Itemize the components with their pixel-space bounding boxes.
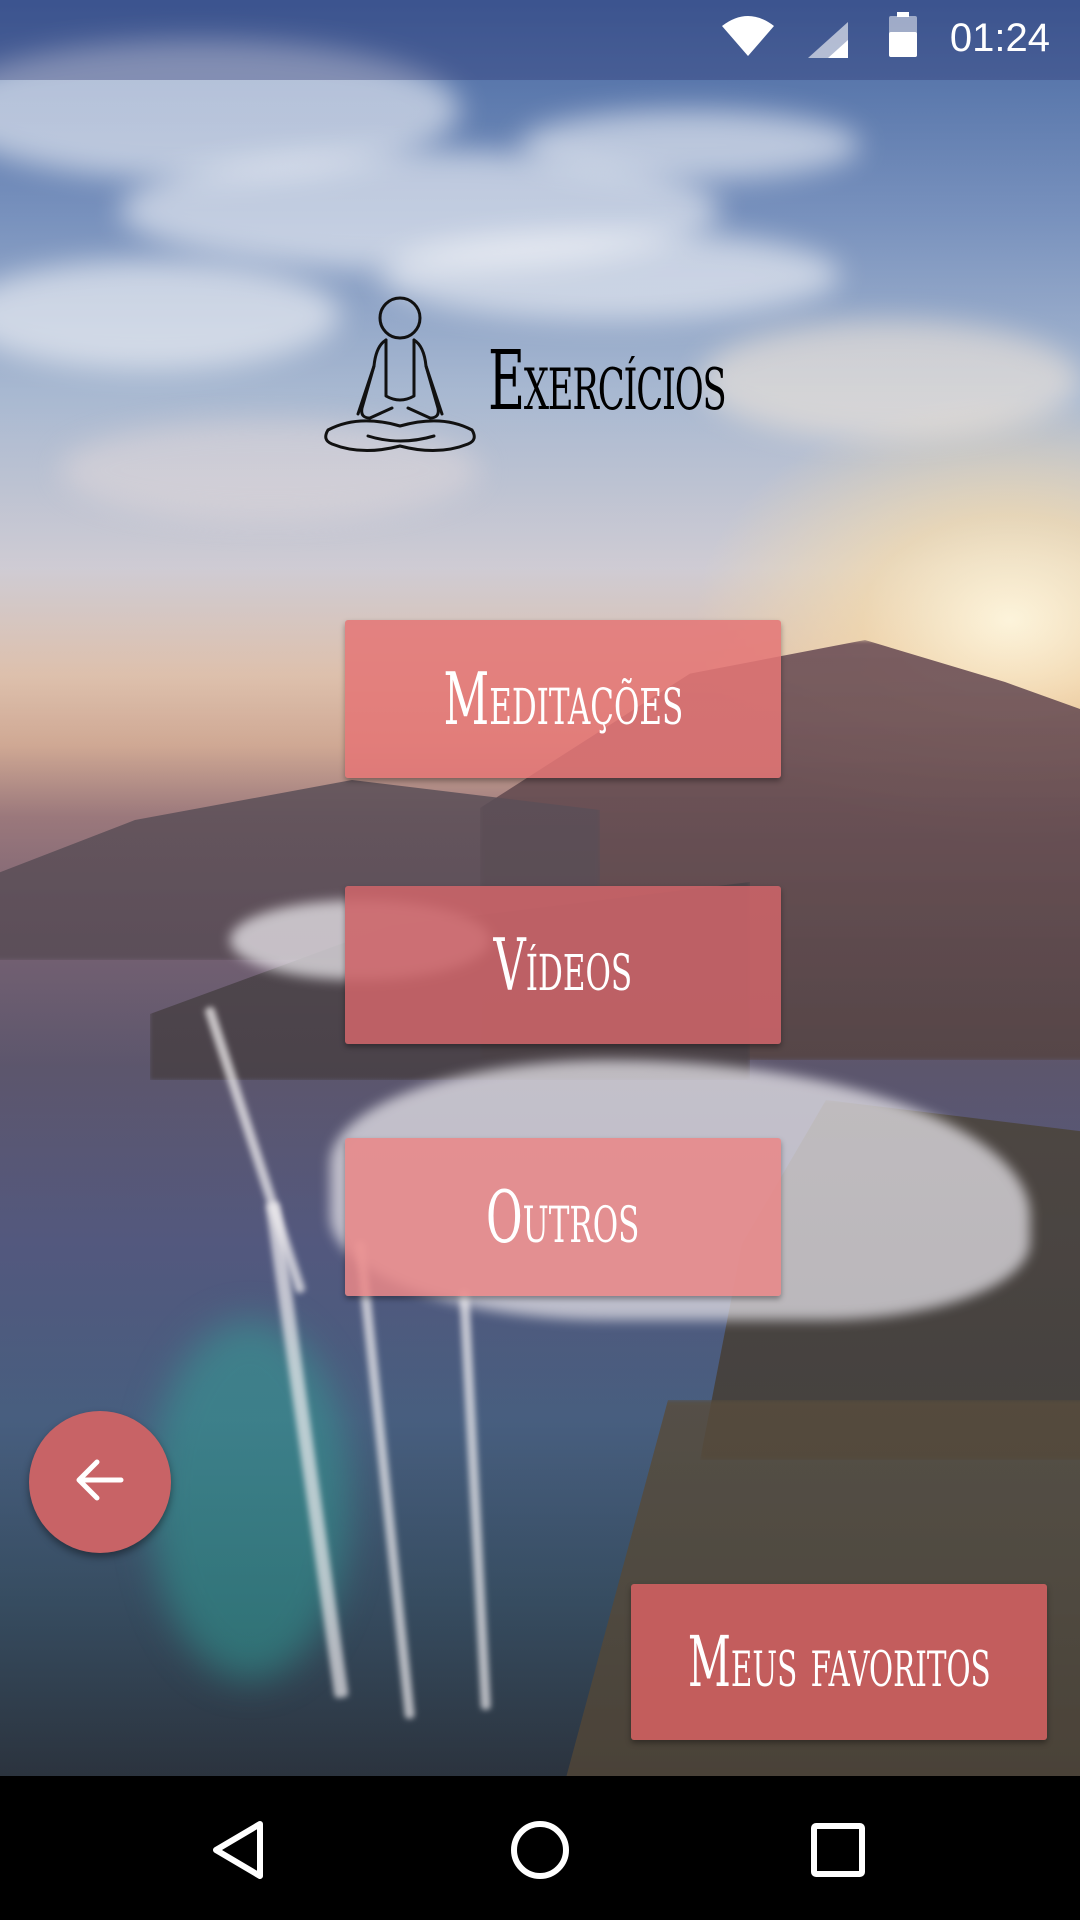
back-triangle-icon [208,1818,268,1886]
meditation-person-icon [318,296,498,466]
arrow-left-icon [75,1458,125,1506]
others-button[interactable]: Outros [345,1138,781,1296]
page-header: Exercícios [318,296,778,466]
signal-icon [806,20,850,64]
back-fab-button[interactable] [29,1411,171,1553]
status-time: 01:24 [949,16,1050,60]
battery-icon [888,12,918,62]
nav-recents-button[interactable] [798,1812,878,1892]
page-title: Exercícios [488,334,727,429]
recents-square-icon [810,1822,866,1882]
my-favorites-label: Meus favoritos [687,1621,991,1703]
videos-button-label: Vídeos [493,923,633,1007]
navigation-bar [0,1776,1080,1920]
home-circle-icon [509,1819,571,1885]
nav-back-button[interactable] [198,1812,278,1892]
videos-button[interactable]: Vídeos [345,886,781,1044]
others-button-label: Outros [486,1175,640,1259]
nav-home-button[interactable] [500,1812,580,1892]
meditations-button-label: Meditações [443,657,683,741]
meditations-button[interactable]: Meditações [345,620,781,778]
status-bar: 01:24 [0,0,1080,80]
wifi-icon [720,14,776,62]
my-favorites-button[interactable]: Meus favoritos [631,1584,1047,1740]
